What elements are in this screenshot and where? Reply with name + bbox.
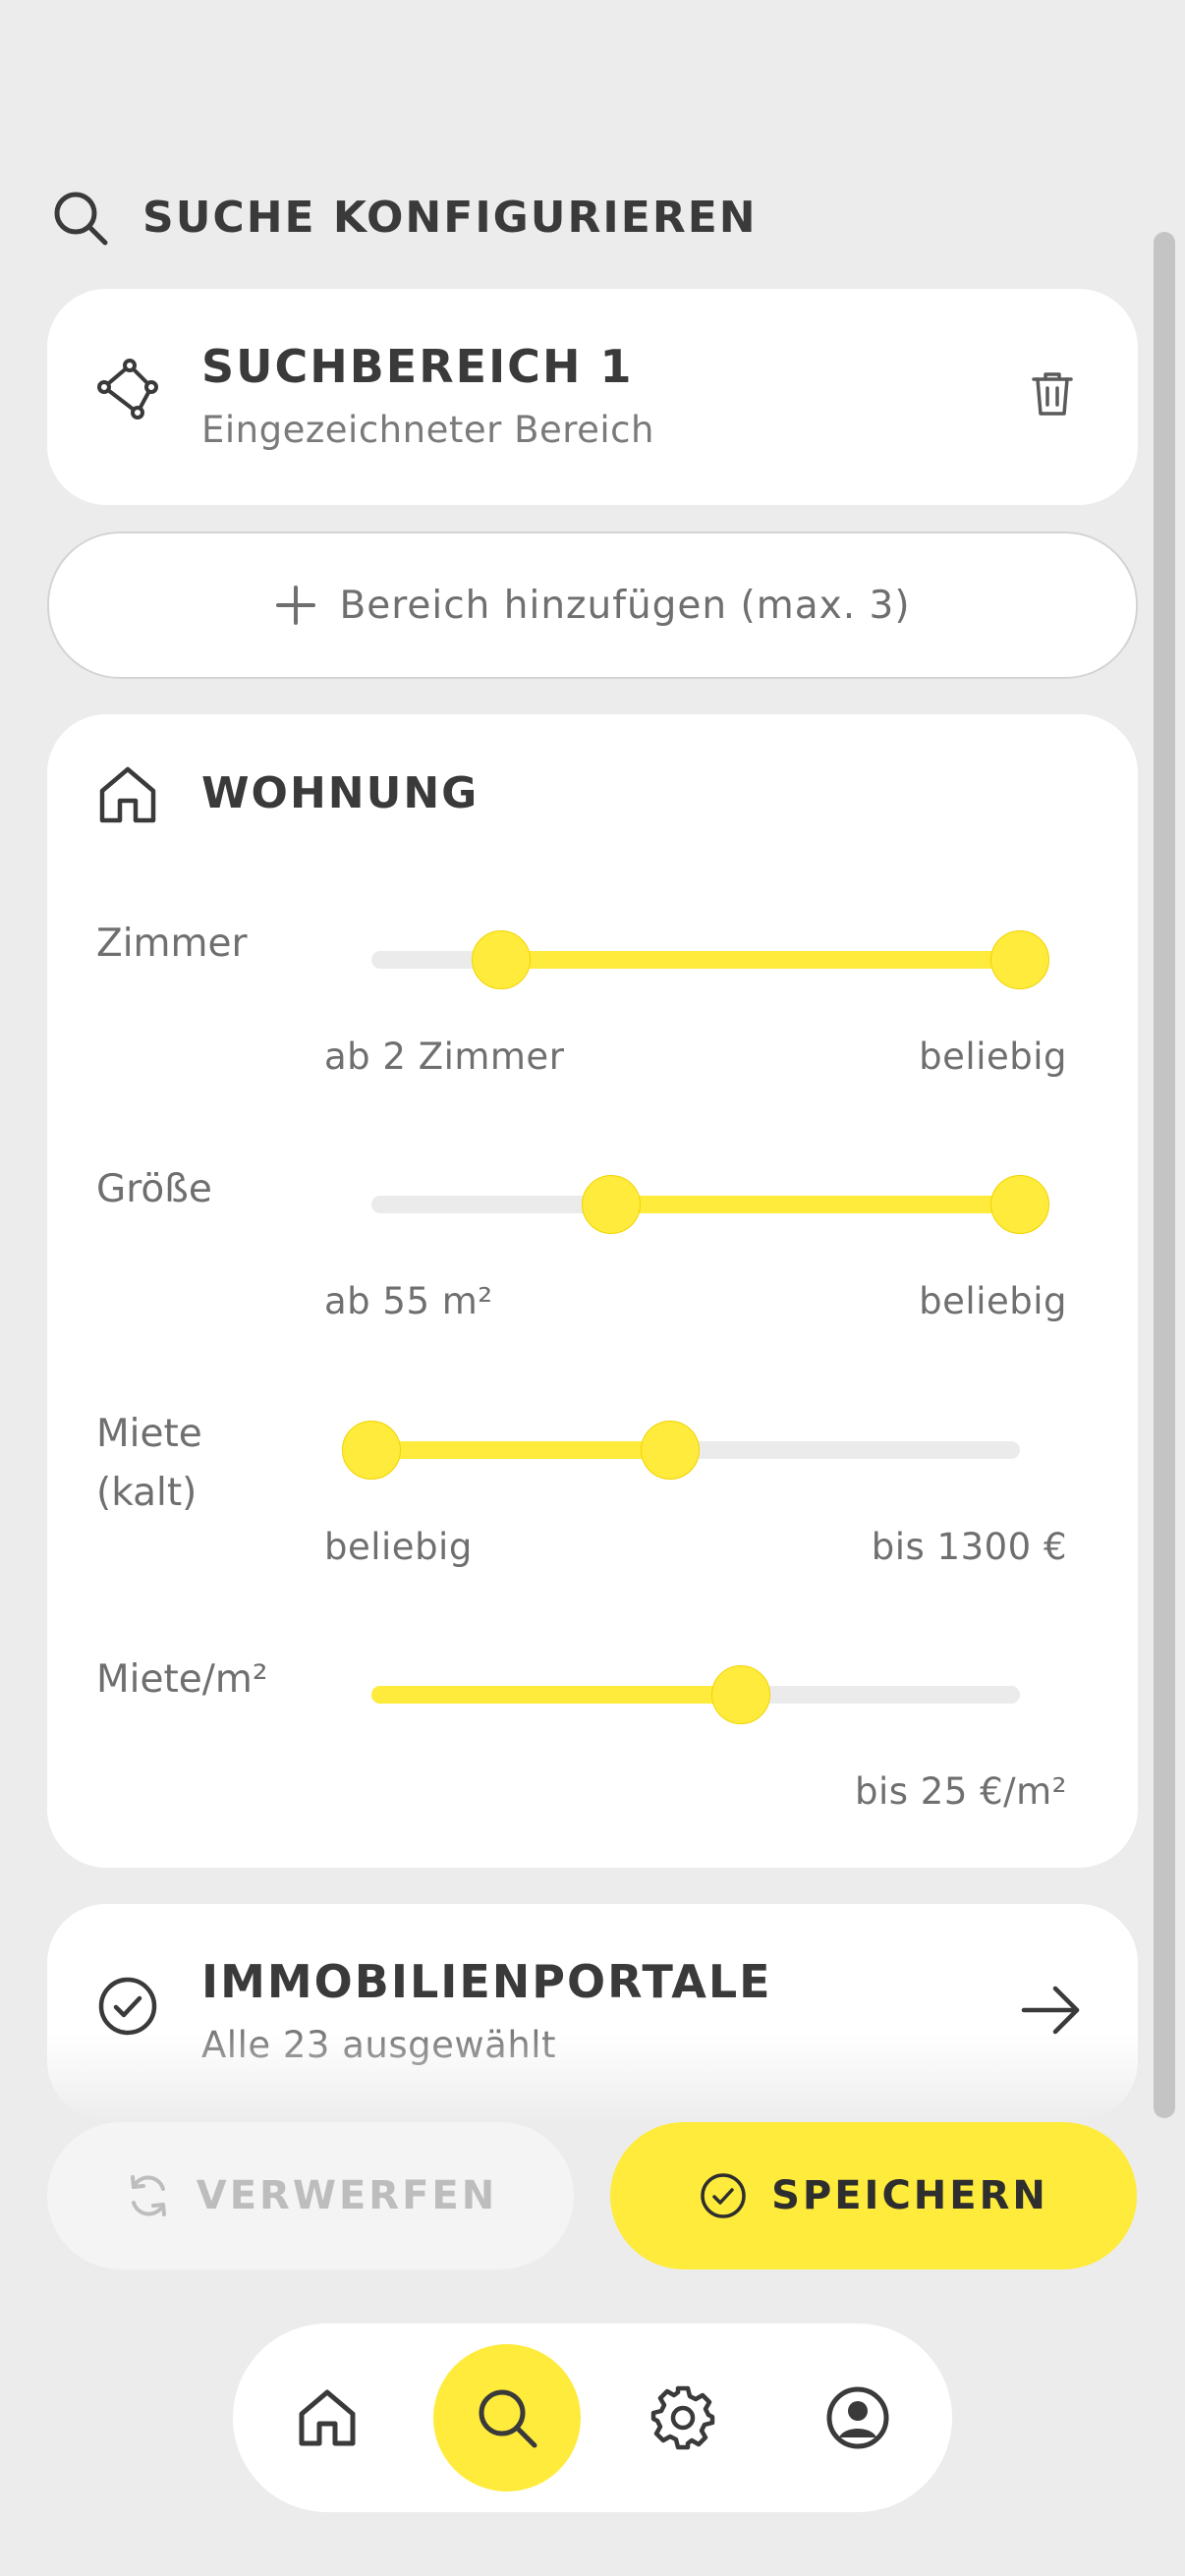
search-area-card[interactable]: SUCHBEREICH 1 Eingezeichneter Bereich — [47, 289, 1138, 505]
save-button[interactable]: SPEICHERN — [610, 2122, 1137, 2269]
arrow-right-icon[interactable] — [1020, 1983, 1083, 2038]
rooms-slider[interactable] — [371, 930, 1049, 989]
polygon-icon — [97, 359, 158, 420]
nav-settings[interactable] — [609, 2344, 757, 2492]
rooms-slider-fill — [501, 951, 1020, 969]
search-icon — [54, 192, 108, 246]
check-circle-icon — [701, 2173, 746, 2218]
apartment-card: WOHNUNG Zimmer ab 2 Zimmer beliebig Größ… — [47, 714, 1138, 1868]
rent-max-value: bis 1300 € — [871, 1526, 1067, 1568]
rent-slider-fill — [371, 1441, 670, 1459]
rooms-min-value: ab 2 Zimmer — [324, 1036, 565, 1078]
size-max-value: beliebig — [919, 1280, 1067, 1322]
add-area-label: Bereich hinzufügen (max. 3) — [339, 583, 911, 628]
rooms-slider-max-thumb[interactable] — [990, 930, 1049, 989]
size-slider-max-thumb[interactable] — [990, 1175, 1049, 1234]
discard-label: VERWERFEN — [196, 2173, 498, 2218]
nav-search[interactable] — [433, 2344, 581, 2492]
search-area-title: SUCHBEREICH 1 — [201, 340, 634, 393]
filter-label-rooms: Zimmer — [96, 922, 248, 966]
home-icon — [299, 2389, 356, 2446]
size-min-value: ab 55 m² — [324, 1280, 493, 1322]
filter-label-size: Größe — [96, 1167, 212, 1211]
rent-min-value: beliebig — [324, 1526, 473, 1568]
check-circle-icon — [98, 1977, 157, 2036]
rent-slider-min-thumb[interactable] — [342, 1421, 401, 1480]
scrollbar[interactable] — [1154, 232, 1175, 2118]
filter-label-rent-per-sqm: Miete/m² — [96, 1657, 268, 1702]
rooms-max-value: beliebig — [919, 1036, 1067, 1078]
search-area-subtitle: Eingezeichneter Bereich — [201, 409, 654, 451]
search-icon — [479, 2389, 537, 2448]
apartment-title: WOHNUNG — [201, 768, 480, 818]
filter-label-rent: Miete (kalt) — [96, 1412, 202, 1515]
size-slider-min-thumb[interactable] — [582, 1175, 642, 1234]
scroll-fade — [0, 2034, 1185, 2124]
gear-icon — [650, 2385, 715, 2450]
discard-button[interactable]: VERWERFEN — [47, 2122, 574, 2269]
rent-per-sqm-max-value: bis 25 €/m² — [854, 1770, 1067, 1813]
portals-title: IMMOBILIENPORTALE — [201, 1955, 772, 2008]
bottom-nav — [233, 2324, 952, 2512]
size-slider[interactable] — [371, 1175, 1049, 1234]
page-title: SUCHE KONFIGURIEREN — [142, 193, 758, 243]
rent-per-sqm-slider[interactable] — [371, 1665, 1020, 1724]
rent-slider[interactable] — [342, 1421, 1020, 1480]
trash-icon[interactable] — [1028, 369, 1077, 419]
rooms-slider-min-thumb[interactable] — [472, 930, 531, 989]
nav-account[interactable] — [784, 2344, 931, 2492]
refresh-icon — [130, 2175, 166, 2216]
rent-per-sqm-slider-thumb[interactable] — [711, 1665, 771, 1724]
rent-slider-max-thumb[interactable] — [640, 1421, 700, 1480]
account-icon — [826, 2386, 889, 2449]
size-slider-fill — [611, 1196, 1020, 1213]
save-label: SPEICHERN — [771, 2173, 1048, 2218]
house-icon — [99, 766, 156, 823]
plus-icon — [276, 586, 316, 625]
rent-per-sqm-slider-fill — [371, 1686, 742, 1704]
nav-home[interactable] — [254, 2344, 401, 2492]
add-area-button[interactable]: Bereich hinzufügen (max. 3) — [47, 532, 1138, 679]
